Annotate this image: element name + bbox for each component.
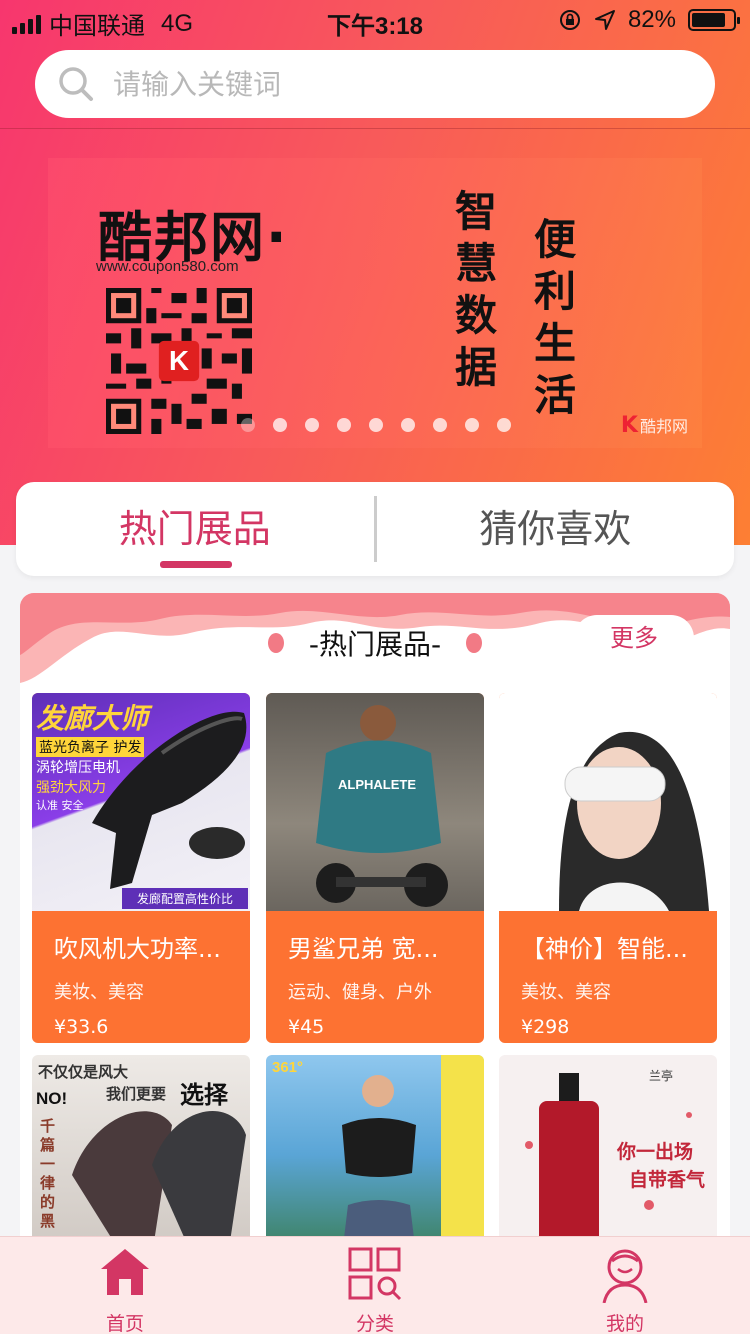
product-image-hair-dryer: 发廊大师 蓝光负离子 护发 涡轮增压电机 强劲大风力 认准 安全 发廊配置高性价… (32, 693, 250, 911)
qr-code-icon: K (106, 288, 252, 434)
product-price: ¥298 (521, 1016, 570, 1038)
pagination-dot[interactable] (337, 418, 351, 432)
pagination-dot[interactable] (241, 418, 255, 432)
search-bar[interactable] (35, 50, 715, 118)
hair-dryer-illustration (92, 711, 247, 889)
pagination-dot[interactable] (369, 418, 383, 432)
product-card[interactable]: ALPHALETE 男鲨兄弟 宽... 运动、健身、户外 ¥45 (266, 693, 484, 1043)
battery-fill (692, 13, 725, 27)
home-icon (101, 1249, 149, 1295)
banner-slogan-2: 便利生活 (533, 215, 576, 420)
nav-home-label: 首页 (105, 1313, 144, 1334)
product-name: 【神价】智能... (521, 935, 688, 963)
rotation-lock-icon (559, 10, 580, 30)
profile-icon (602, 1249, 648, 1303)
category-icon (348, 1247, 402, 1301)
product-price: ¥33.6 (54, 1016, 109, 1038)
nav-profile-label: 我的 (605, 1313, 644, 1334)
product-card[interactable]: 【神价】智能... 美妆、美容 ¥298 (499, 693, 717, 1043)
tab-guess-you-like[interactable]: 猜你喜欢 (377, 482, 735, 576)
pagination-dot[interactable] (497, 418, 511, 432)
sportswear-model-illustration (342, 1055, 484, 1253)
battery-percent: 82% (627, 6, 676, 33)
pagination-dot[interactable] (465, 418, 479, 432)
nav-category[interactable]: 分类 (250, 1237, 500, 1334)
banner-pagination[interactable] (0, 418, 750, 432)
search-icon (59, 67, 93, 101)
nav-category-label: 分类 (355, 1313, 394, 1334)
athlete-illustration (316, 705, 448, 907)
bottom-nav: 首页 分类 我的 (0, 1236, 750, 1334)
product-card[interactable]: 不仅仅是风大 我们更要 选择 NO! 千篇一律的黑 (32, 1055, 250, 1253)
eye-massager-illustration (559, 731, 709, 911)
battery-icon (688, 9, 740, 31)
product-name: 吹风机大功率... (54, 935, 221, 963)
product-tags: 美妆、美容 (54, 982, 144, 1003)
promo-banner[interactable]: 酷邦网· www.coupon580.com K 智慧数据 便利生活 K 酷邦网 (48, 158, 702, 448)
product-tags: 美妆、美容 (521, 982, 611, 1003)
product-card[interactable]: 361° (266, 1055, 484, 1253)
hoodie-print: ALPHALETE (338, 777, 416, 792)
product-tags: 运动、健身、户外 (288, 982, 432, 1003)
qr-logo-letter: K (169, 345, 189, 376)
perfume-bottle-illustration (525, 1073, 692, 1253)
location-arrow-icon (594, 10, 615, 30)
banner-slogan-1: 智慧数据 (454, 187, 497, 392)
header-divider (0, 128, 750, 129)
search-input[interactable] (113, 67, 673, 101)
product-image-fitness-hoodie: ALPHALETE (266, 693, 484, 911)
tab-bar: 热门展品 猜你喜欢 (16, 482, 734, 576)
product-price: ¥45 (288, 1016, 325, 1038)
nav-home[interactable]: 首页 (0, 1237, 250, 1334)
product-card[interactable]: 发廊大师 蓝光负离子 护发 涡轮增压电机 强劲大风力 认准 安全 发廊配置高性价… (32, 693, 250, 1043)
hot-exhibits-section: -热门展品- 更多 发廊大师 蓝光负离子 护发 涡轮增压电机 强劲大风力 认准 … (20, 593, 730, 1253)
hair-dryers-illustration (72, 1111, 246, 1253)
pagination-dot[interactable] (305, 418, 319, 432)
more-button[interactable]: 更多 (574, 615, 694, 661)
dryer-bottom-banner: 发廊配置高性价比 (122, 888, 248, 909)
tab-hot-exhibits[interactable]: 热门展品 (16, 482, 374, 576)
pagination-dot[interactable] (273, 418, 287, 432)
product-card[interactable]: 兰亭 你一出场 自带香气 (499, 1055, 717, 1253)
nav-profile[interactable]: 我的 (500, 1237, 750, 1334)
product-image-eye-massager (499, 693, 717, 911)
status-bar: 中国联通 4G 下午3:18 82% (0, 0, 750, 42)
pagination-dot[interactable] (433, 418, 447, 432)
pagination-dot[interactable] (401, 418, 415, 432)
banner-url: www.coupon580.com (96, 258, 239, 275)
product-name: 男鲨兄弟 宽... (288, 935, 439, 963)
